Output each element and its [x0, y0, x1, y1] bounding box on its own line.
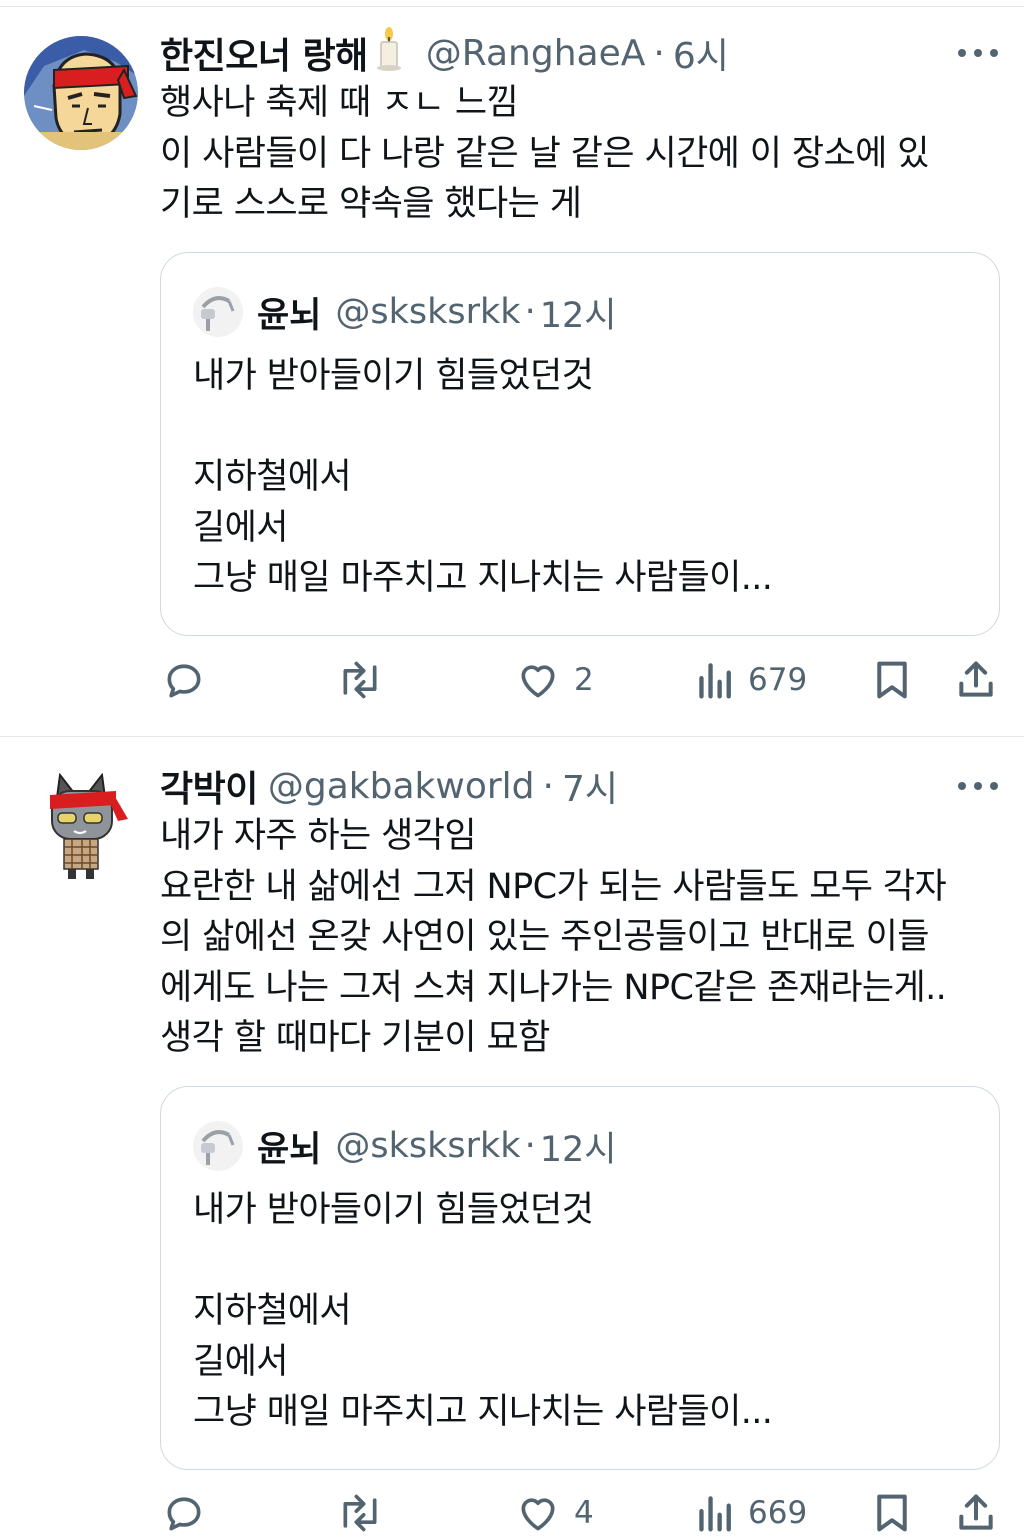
heart-icon	[521, 1498, 555, 1531]
quoted-display-name: 윤뇌	[257, 1129, 322, 1170]
text-line: 이 사람들이 다 나랑 같은 날 같은 시간에 이 장소에 있	[160, 133, 929, 174]
tweet[interactable]: 각박이 @gakbakworld · 7시 내가 자주 하는 생각임 요란한 내…	[0, 737, 1024, 1532]
user-handle[interactable]: @RanghaeA	[426, 33, 646, 74]
separator-dot: ·	[524, 292, 536, 332]
quoted-user-handle: @sksksrkk	[335, 1126, 521, 1166]
quoted-tweet-text: 내가 받아들이기 힘들었던것 지하철에서 길에서 그냥 매일 마주치고 지나치는…	[193, 1185, 773, 1438]
reply-icon	[167, 1497, 201, 1531]
action-bar: 2 679	[160, 654, 1000, 706]
text-line	[193, 1236, 772, 1287]
bookmark-button[interactable]	[872, 654, 912, 706]
views-chart-icon	[699, 663, 731, 699]
text-line	[193, 402, 772, 453]
text-line: 요란한 내 삶에선 그저 NPC가 되는 사람들도 모두 각자	[160, 866, 947, 907]
text-line: 그냥 매일 마주치고 지나치는 사람들이...	[193, 1392, 773, 1432]
reply-icon	[167, 664, 201, 698]
like-button[interactable]: 2	[516, 654, 594, 706]
sink-faucet-icon	[193, 287, 243, 337]
quoted-tweet[interactable]: 윤뇌 @sksksrkk · 12시 내가 받아들이기 힘들었던것 지하철에서 …	[160, 1086, 1000, 1470]
quoted-timestamp: 12시	[539, 295, 617, 336]
text-line: 기로 스스로 약속을 했다는 게	[160, 184, 582, 224]
quoted-user-handle: @sksksrkk	[335, 292, 521, 332]
views-button[interactable]: 679	[696, 654, 807, 706]
share-button[interactable]	[954, 654, 998, 706]
separator-dot: ·	[653, 32, 665, 74]
share-icon	[959, 1494, 993, 1530]
text-line: 길에서	[193, 507, 288, 548]
user-handle[interactable]: @gakbakworld	[268, 766, 535, 807]
text-line: 지하철에서	[193, 457, 352, 497]
timestamp[interactable]: 6시	[673, 27, 729, 79]
tweet-header: 한진오너 랑해 @RanghaeA · 6시	[160, 26, 729, 80]
share-button[interactable]	[954, 1487, 998, 1539]
more-options-icon[interactable]	[958, 779, 998, 793]
bookmark-icon	[877, 1494, 907, 1532]
like-button[interactable]: 4	[516, 1487, 594, 1539]
quoted-avatar	[193, 1121, 243, 1171]
retweet-button[interactable]	[336, 654, 384, 706]
tweet-text: 행사나 축제 때 ㅈㄴ 느낌 이 사람들이 다 나랑 같은 날 같은 시간에 이…	[160, 78, 929, 230]
like-count: 4	[574, 1495, 594, 1531]
cat-with-headband-icon	[24, 769, 138, 883]
bookmark-button[interactable]	[872, 1487, 912, 1539]
retweet-icon	[343, 661, 377, 699]
text-line: 내가 받아들이기 힘들었던것	[193, 356, 594, 396]
quoted-timestamp: 12시	[539, 1129, 617, 1170]
red-headband-character-icon	[24, 36, 138, 150]
display-name[interactable]: 각박이	[160, 760, 258, 812]
timestamp[interactable]: 7시	[562, 760, 618, 812]
text-line: 내가 받아들이기 힘들었던것	[193, 1190, 594, 1230]
more-options-icon[interactable]	[958, 46, 998, 60]
tweet-text: 내가 자주 하는 생각임 요란한 내 삶에선 그저 NPC가 되는 사람들도 모…	[160, 811, 947, 1064]
text-line: 의 삶에선 온갖 사연이 있는 주인공들이고 반대로 이들	[160, 917, 929, 957]
share-icon	[959, 661, 993, 697]
views-chart-icon	[699, 1496, 731, 1532]
quoted-display-name: 윤뇌	[257, 295, 322, 336]
quoted-tweet[interactable]: 윤뇌 @sksksrkk · 12시 내가 받아들이기 힘들었던것 지하철에서 …	[160, 252, 1000, 636]
separator-dot: ·	[524, 1126, 536, 1166]
reply-button[interactable]	[162, 1487, 206, 1539]
text-line: 길에서	[193, 1341, 288, 1382]
text-line: 행사나 축제 때 ㅈㄴ 느낌	[160, 83, 519, 123]
views-button[interactable]: 669	[696, 1487, 807, 1539]
quoted-tweet-text: 내가 받아들이기 힘들었던것 지하철에서 길에서 그냥 매일 마주치고 지나치는…	[193, 351, 773, 604]
bookmark-icon	[877, 661, 907, 699]
text-line: 생각 할 때마다 기분이 묘함	[160, 1018, 550, 1058]
retweet-icon	[343, 1494, 377, 1532]
sink-faucet-icon	[193, 1121, 243, 1171]
text-line: 에게도 나는 그저 스쳐 지나가는 NPC같은 존재라는게..	[160, 967, 947, 1008]
view-count: 679	[748, 662, 808, 698]
quoted-avatar	[193, 287, 243, 337]
text-line: 그냥 매일 마주치고 지나치는 사람들이...	[193, 558, 773, 598]
tweet-header: 각박이 @gakbakworld · 7시	[160, 761, 618, 811]
text-line: 내가 자주 하는 생각임	[160, 816, 477, 856]
candle-icon	[374, 26, 404, 80]
avatar[interactable]	[24, 769, 138, 883]
quoted-tweet-header: 윤뇌 @sksksrkk · 12시	[193, 287, 617, 337]
heart-icon	[521, 665, 555, 698]
avatar[interactable]	[24, 36, 138, 150]
separator-dot: ·	[542, 765, 554, 807]
view-count: 669	[748, 1495, 808, 1531]
quoted-tweet-header: 윤뇌 @sksksrkk · 12시	[193, 1121, 617, 1171]
display-name[interactable]: 한진오너 랑해	[160, 27, 368, 79]
like-count: 2	[574, 662, 594, 698]
action-bar: 4 669	[160, 1487, 1000, 1539]
tweet[interactable]: 한진오너 랑해 @RanghaeA · 6시 행사나 축제 때 ㅈㄴ 느낌 이 …	[0, 0, 1024, 736]
reply-button[interactable]	[162, 654, 206, 706]
text-line: 지하철에서	[193, 1291, 352, 1331]
retweet-button[interactable]	[336, 1487, 384, 1539]
